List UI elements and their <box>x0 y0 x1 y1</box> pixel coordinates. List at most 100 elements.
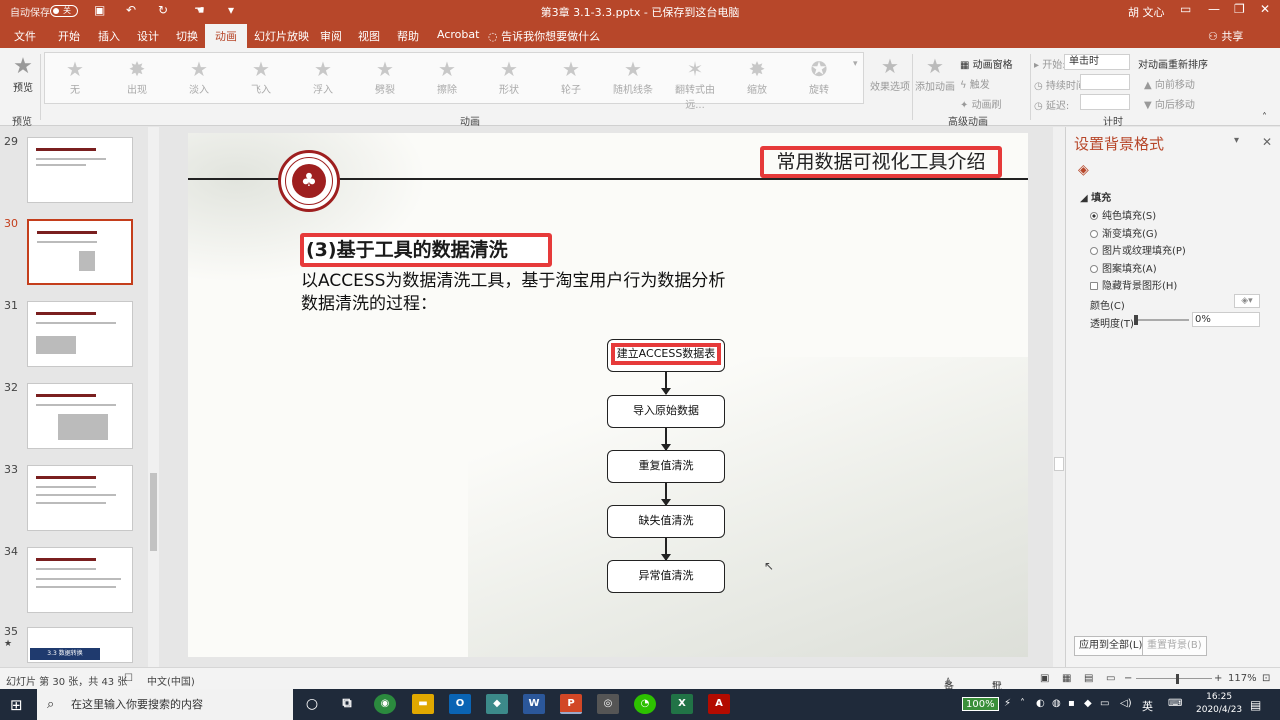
fit-to-window-icon[interactable]: ⊡ <box>1262 673 1270 684</box>
transparency-input[interactable]: 0% <box>1192 312 1260 327</box>
app-tray-icon[interactable]: ◆ <box>1084 698 1092 709</box>
thumbnail-slide-32[interactable] <box>27 383 133 449</box>
app-icon[interactable]: ◆ <box>486 694 508 714</box>
section-heading[interactable]: (3)基于工具的数据清洗 <box>300 233 552 267</box>
pane-options-icon[interactable]: ▾ <box>1234 135 1239 146</box>
flow-step-duplicate-cleaning[interactable]: 重复值清洗 <box>607 450 725 483</box>
anim-fade[interactable]: ★ 淡入 <box>171 57 227 96</box>
cortana-icon[interactable]: ○ <box>301 694 323 714</box>
transparency-slider[interactable] <box>1134 315 1189 325</box>
move-later-button[interactable]: ▼ 向后移动 <box>1144 96 1195 111</box>
move-earlier-button[interactable]: ▲ 向前移动 <box>1144 76 1195 91</box>
app-tray-icon[interactable]: ◍ <box>1052 698 1061 709</box>
solid-fill-radio[interactable]: 纯色填充(S) <box>1090 207 1156 222</box>
anim-wipe[interactable]: ★ 擦除 <box>419 57 475 96</box>
slideshow-icon[interactable]: ▭ <box>1106 673 1115 684</box>
excel-icon[interactable]: X <box>671 694 693 714</box>
effect-options-button[interactable]: ★ 效果选项 <box>870 54 910 93</box>
tab-file[interactable]: 文件 <box>14 28 36 44</box>
gallery-more-icon[interactable]: ▾ <box>853 59 858 69</box>
scrollbar-thumb[interactable] <box>1054 457 1064 471</box>
keyboard-icon[interactable]: ⌨ <box>1168 698 1182 709</box>
minimize-icon[interactable]: — <box>1208 2 1220 16</box>
zoom-slider[interactable] <box>1136 678 1212 679</box>
anim-random-bars[interactable]: ★ 随机线条 <box>605 57 661 96</box>
outlook-icon[interactable]: O <box>449 694 471 714</box>
zoom-in-icon[interactable]: + <box>1214 673 1222 684</box>
slide[interactable]: ♣ 常用数据可视化工具介绍 (3)基于工具的数据清洗 以ACCESS为数据清洗工… <box>188 133 1028 657</box>
app-icon[interactable]: ◎ <box>597 694 619 714</box>
duration-input[interactable] <box>1080 74 1130 90</box>
flow-step-import-data[interactable]: 导入原始数据 <box>607 395 725 428</box>
battery-indicator[interactable]: 100% <box>962 697 999 711</box>
fill-section-header[interactable]: ◢ 填充 <box>1080 189 1111 204</box>
normal-view-icon[interactable]: ▣ <box>1040 673 1049 684</box>
user-name[interactable]: 胡 文心 <box>1128 4 1165 20</box>
wechat-icon[interactable]: ◔ <box>634 694 656 714</box>
plug-icon[interactable]: ⚡ <box>1004 698 1011 709</box>
windows-start-icon[interactable]: ⊞ <box>10 696 23 714</box>
file-explorer-icon[interactable]: ▬ <box>412 694 434 714</box>
thumbnail-slide-35[interactable]: 3.3 数据转换 <box>27 627 133 663</box>
picture-fill-radio[interactable]: 图片或纹理填充(P) <box>1090 242 1186 257</box>
thumbnail-scrollbar[interactable] <box>148 127 159 667</box>
collapse-ribbon-icon[interactable]: ˄ <box>1262 112 1267 123</box>
anim-shape[interactable]: ★ 形状 <box>481 57 537 96</box>
pane-close-icon[interactable]: ✕ <box>1262 135 1272 149</box>
thumbnail-slide-30[interactable] <box>27 219 133 285</box>
gradient-fill-radio[interactable]: 渐变填充(G) <box>1090 225 1158 240</box>
pattern-fill-radio[interactable]: 图案填充(A) <box>1090 260 1157 275</box>
thumbnail-slide-34[interactable] <box>27 547 133 613</box>
volume-icon[interactable]: ◁) <box>1120 698 1132 709</box>
paint-bucket-icon[interactable]: ◈ <box>1078 162 1089 178</box>
add-animation-button[interactable]: ★ 添加动画 <box>914 54 956 93</box>
anim-wheel[interactable]: ★ 轮子 <box>543 57 599 96</box>
anim-fly-in[interactable]: ★ 飞入 <box>233 57 289 96</box>
tab-view[interactable]: 视图 <box>358 28 380 44</box>
thumbnail-slide-33[interactable] <box>27 465 133 531</box>
share-button[interactable]: ⚇ 共享 <box>1208 28 1243 44</box>
zoom-out-icon[interactable]: − <box>1124 673 1132 684</box>
tab-review[interactable]: 审阅 <box>320 28 342 44</box>
zoom-level[interactable]: 117% <box>1228 673 1257 684</box>
tell-me-search[interactable]: ◌ 告诉我你想要做什么 <box>488 28 600 44</box>
color-picker-button[interactable]: ◈▾ <box>1234 294 1260 308</box>
anim-grow-turn[interactable]: ✶ 翻转式由远... <box>667 57 723 111</box>
language-indicator[interactable]: 中文(中国) <box>147 673 195 688</box>
hide-background-checkbox[interactable]: 隐藏背景图形(H) <box>1090 277 1177 292</box>
anim-swivel[interactable]: ✪ 旋转 <box>791 57 847 96</box>
tab-home[interactable]: 开始 <box>58 28 80 44</box>
tab-animations[interactable]: 动画 <box>205 24 247 48</box>
animation-painter-button[interactable]: ✦ 动画刷 <box>960 96 1002 111</box>
trigger-button[interactable]: ϟ 触发 <box>960 76 990 91</box>
acrobat-icon[interactable]: A <box>708 694 730 714</box>
powerpoint-icon[interactable]: P <box>560 694 582 714</box>
task-view-icon[interactable]: ⧉ <box>336 694 358 714</box>
tab-design[interactable]: 设计 <box>137 28 159 44</box>
slide-scrollbar[interactable] <box>1053 127 1065 667</box>
reading-view-icon[interactable]: ▤ <box>1084 673 1093 684</box>
network-icon[interactable]: ▭ <box>1100 698 1109 709</box>
restore-icon[interactable]: ❐ <box>1234 2 1245 16</box>
anim-none[interactable]: ★ 无 <box>47 57 103 96</box>
anim-split[interactable]: ★ 劈裂 <box>357 57 413 96</box>
reset-background-button[interactable]: 重置背景(B) <box>1142 636 1207 656</box>
system-clock[interactable]: 16:25 2020/4/23 <box>1196 691 1242 717</box>
anim-zoom[interactable]: ✸ 缩放 <box>729 57 785 96</box>
flow-step-missing-cleaning[interactable]: 缺失值清洗 <box>607 505 725 538</box>
ime-indicator[interactable]: 英 <box>1142 698 1153 714</box>
scrollbar-thumb[interactable] <box>150 473 157 551</box>
delay-input[interactable] <box>1080 94 1130 110</box>
anim-float-in[interactable]: ★ 浮入 <box>295 57 351 96</box>
thumbnail-slide-29[interactable] <box>27 137 133 203</box>
notification-icon[interactable]: ▤ <box>1250 698 1261 712</box>
tab-transitions[interactable]: 切换 <box>176 28 198 44</box>
tray-up-icon[interactable]: ˄ <box>1020 698 1025 709</box>
thumbnail-slide-31[interactable] <box>27 301 133 367</box>
apply-to-all-button[interactable]: 应用到全部(L) <box>1074 636 1148 656</box>
slide-title[interactable]: 常用数据可视化工具介绍 <box>760 146 1002 178</box>
chrome-icon[interactable]: ◉ <box>374 694 396 714</box>
tab-slideshow[interactable]: 幻灯片放映 <box>254 28 309 44</box>
animation-pane-button[interactable]: ▦ 动画窗格 <box>960 56 1013 71</box>
tab-help[interactable]: 帮助 <box>397 28 419 44</box>
